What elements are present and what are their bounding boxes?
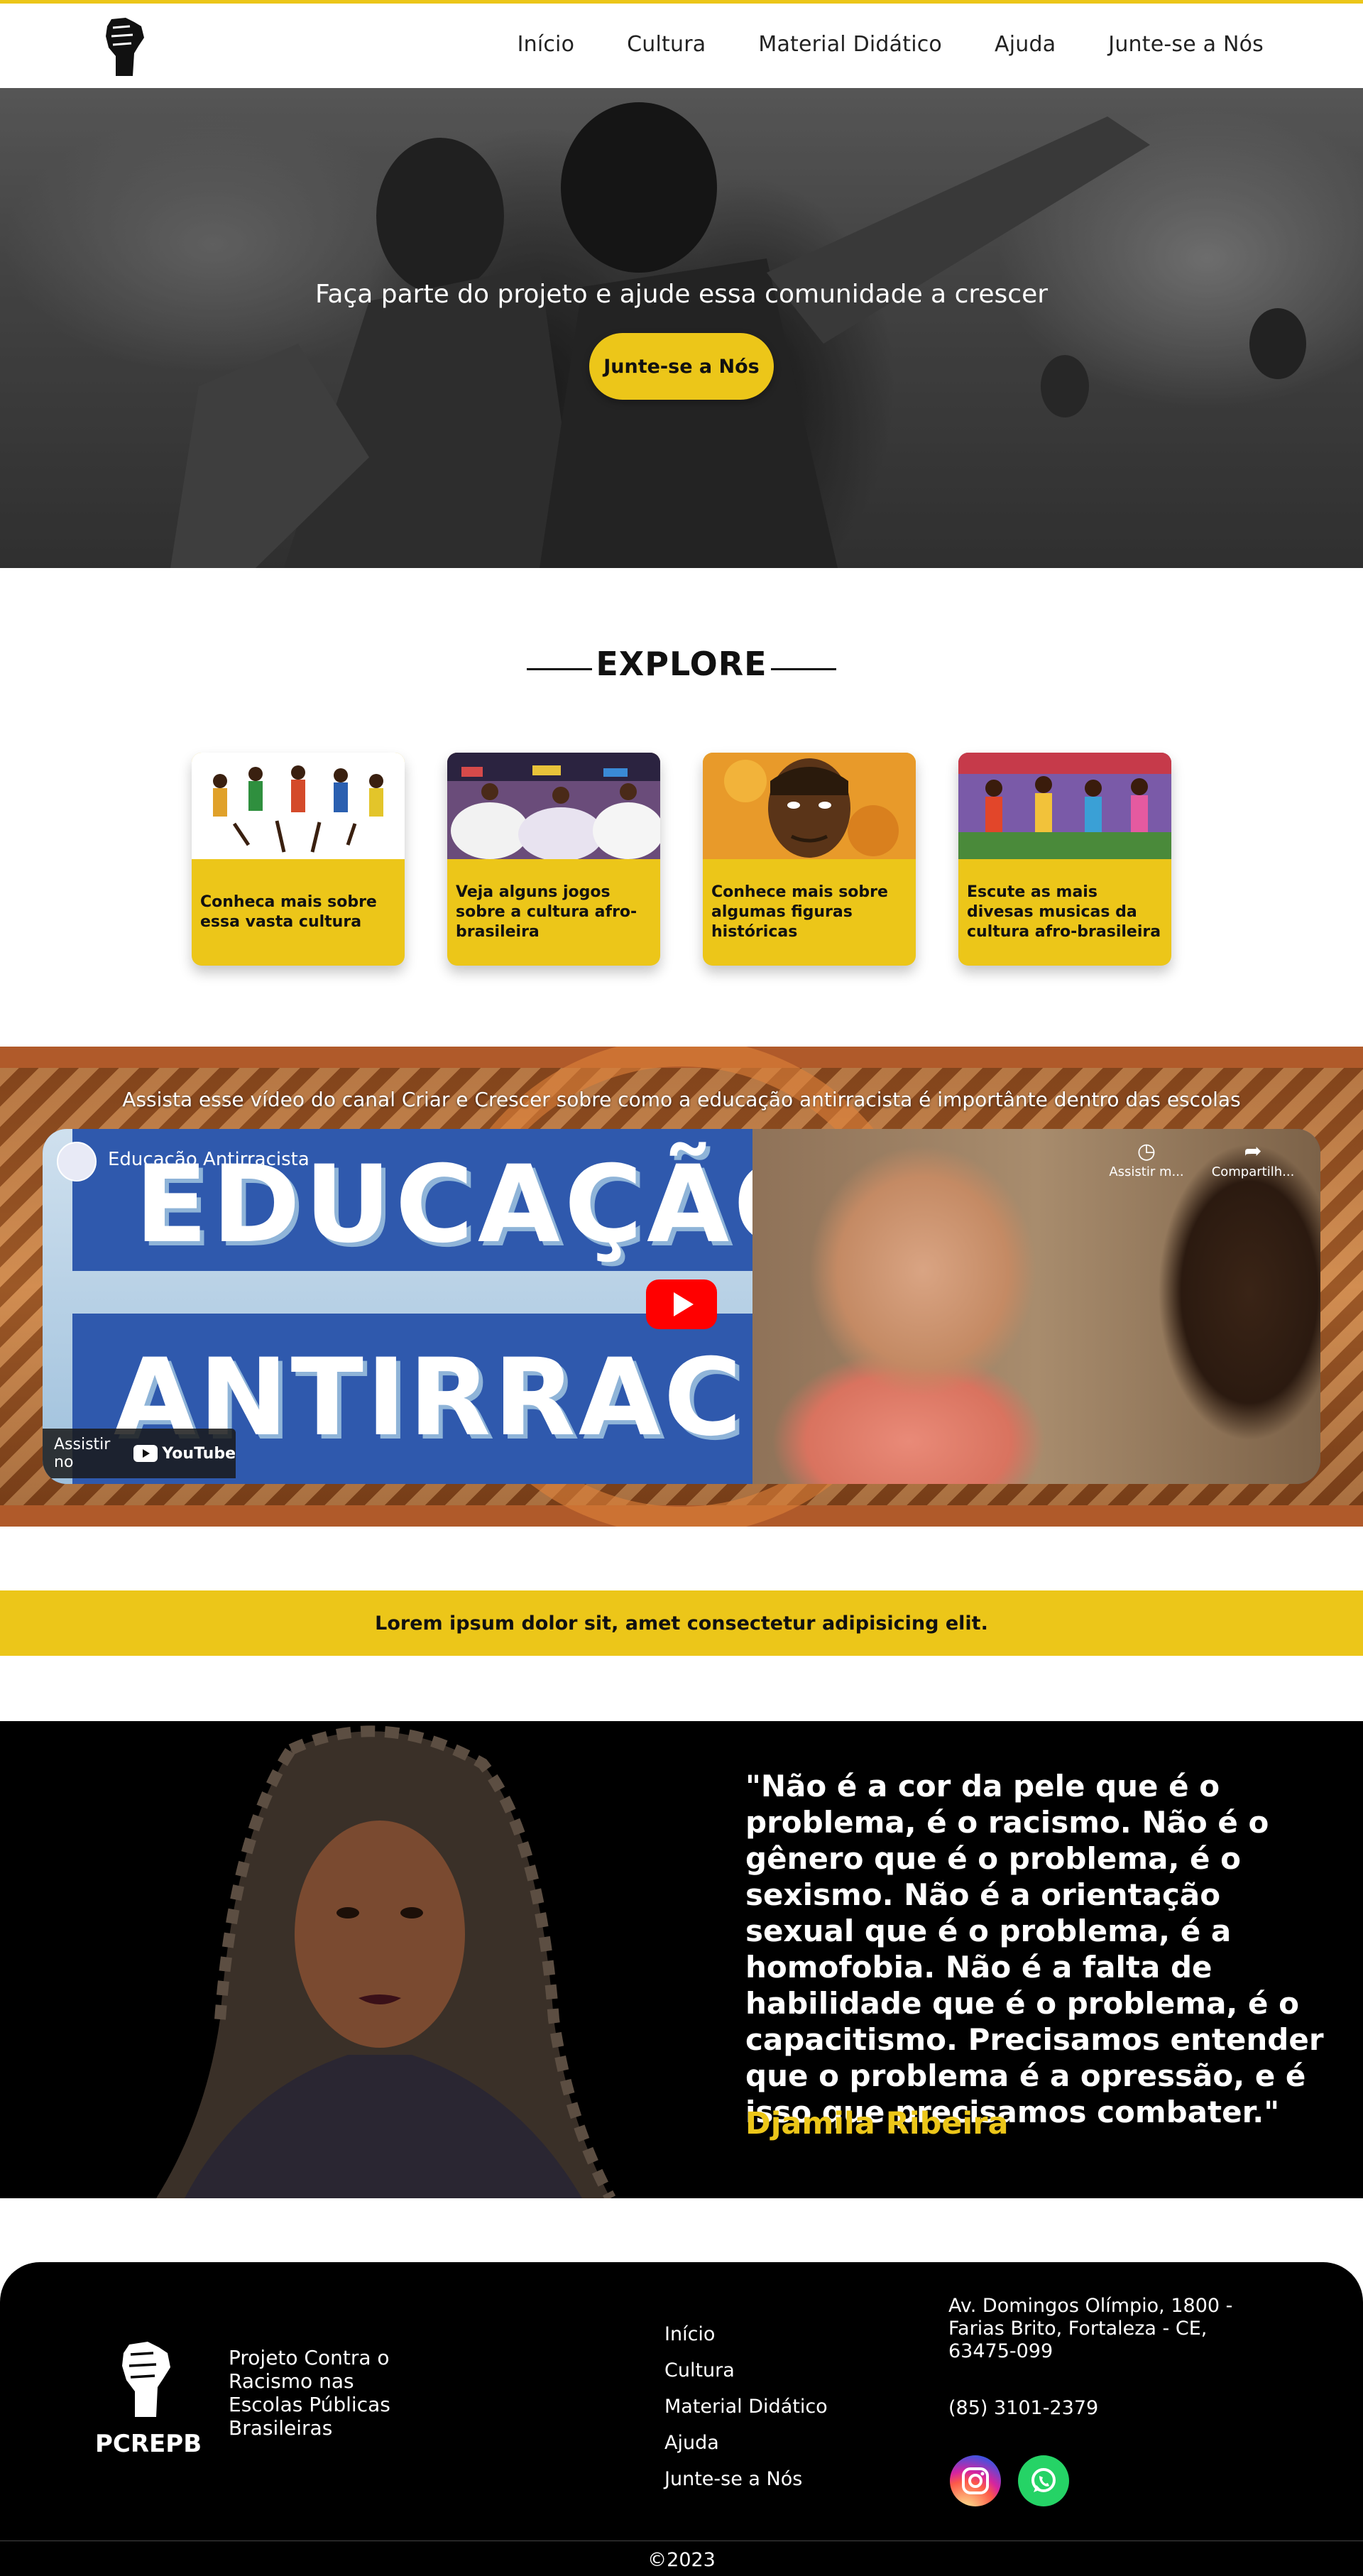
explore-divider-right (771, 668, 836, 670)
footer-divider (0, 2540, 1363, 2541)
instagram-icon[interactable] (950, 2455, 1001, 2506)
explore-card-culture[interactable]: Conheca mais sobre essa vasta cultura (192, 753, 405, 966)
video-title[interactable]: Educação Antirracista (108, 1149, 310, 1170)
youtube-embed[interactable]: EDUCAÇÃO ANTIRRACISTA Educação Antirraci… (43, 1129, 1320, 1484)
fist-logo-icon[interactable] (102, 16, 147, 77)
share-button[interactable]: ➦ Compartilh... (1210, 1139, 1296, 1179)
hero-headline: Faça parte do projeto e ajude essa comun… (314, 280, 1049, 309)
channel-avatar[interactable] (57, 1142, 97, 1181)
footer-link-material-didatico[interactable]: Material Didático (664, 2389, 828, 2425)
footer-brand: PCREPB (95, 2430, 202, 2458)
explore-card-text: Veja alguns jogos sobre a cultura afro-b… (456, 883, 637, 941)
play-icon[interactable] (646, 1279, 717, 1329)
explore-title: EXPLORE (596, 645, 767, 683)
share-icon: ➦ (1244, 1139, 1262, 1164)
footer-address: Av. Domingos Olímpio, 1800 - Farias Brit… (948, 2295, 1233, 2362)
footer-description: Projeto Contra o Racismo nas Escolas Púb… (229, 2346, 390, 2440)
nav-material-didatico[interactable]: Material Didático (758, 32, 942, 57)
nav-inicio[interactable]: Início (518, 32, 575, 57)
footer-nav: Início Cultura Material Didático Ajuda J… (664, 2316, 828, 2497)
watch-on-youtube-button[interactable]: Assistir no YouTube (43, 1429, 236, 1478)
explore-card-text: Escute as mais divesas musicas da cultur… (967, 883, 1161, 941)
hero-join-button[interactable]: Junte-se a Nós (589, 333, 774, 400)
youtube-play-icon (133, 1445, 158, 1462)
fist-logo-icon[interactable] (118, 2340, 173, 2418)
hero-section: Faça parte do projeto e ajude essa comun… (0, 88, 1363, 568)
quote-text: "Não é a cor da pele que é o problema, é… (745, 1769, 1324, 2129)
share-label: Compartilh... (1211, 1164, 1295, 1179)
explore-card-games[interactable]: Veja alguns jogos sobre a cultura afro-b… (447, 753, 660, 966)
whatsapp-icon[interactable] (1018, 2455, 1069, 2506)
quote-section: "Não é a cor da pele que é o problema, é… (0, 1721, 1363, 2198)
quote-author: Djamila Ribeira (745, 2106, 1009, 2141)
card-image-musicians (958, 753, 1171, 859)
copyright: ©2023 (647, 2549, 716, 2571)
social-links (950, 2455, 1069, 2506)
youtube-logo-text: YouTube (162, 1444, 236, 1463)
card-image-dancers (192, 753, 405, 859)
portrait-image (114, 1721, 653, 2198)
footer-link-junte-se[interactable]: Junte-se a Nós (664, 2461, 828, 2497)
youtube-logo-icon: YouTube (133, 1445, 236, 1463)
card-image-festival (447, 753, 660, 861)
nav-cultura[interactable]: Cultura (627, 32, 706, 57)
nav-junte-se[interactable]: Junte-se a Nós (1108, 32, 1264, 57)
video-section: Assista esse vídeo do canal Criar e Cres… (0, 1047, 1363, 1527)
main-nav: Início Cultura Material Didático Ajuda J… (465, 32, 1264, 57)
watch-later-button[interactable]: ◷ Assistir m... (1104, 1139, 1189, 1179)
explore-card-figures[interactable]: Conhece mais sobre algumas figuras histó… (703, 753, 916, 966)
navbar: Início Cultura Material Didático Ajuda J… (0, 0, 1363, 88)
video-thumbnail-photo (752, 1129, 1320, 1484)
hero-background-image (170, 102, 1306, 568)
watch-later-label: Assistir m... (1109, 1164, 1184, 1179)
footer-link-ajuda[interactable]: Ajuda (664, 2425, 828, 2461)
explore-card-text: Conheca mais sobre essa vasta cultura (200, 893, 377, 931)
nav-ajuda[interactable]: Ajuda (995, 32, 1056, 57)
explore-cards: Conheca mais sobre essa vasta cultura Ve… (192, 753, 1171, 967)
explore-card-text: Conhece mais sobre algumas figuras histó… (711, 883, 888, 941)
clock-icon: ◷ (1137, 1139, 1156, 1164)
watch-on-label: Assistir no (54, 1436, 111, 1471)
footer: PCREPB Projeto Contra o Racismo nas Esco… (0, 2262, 1363, 2576)
info-banner: Lorem ipsum dolor sit, amet consectetur … (0, 1590, 1363, 1656)
explore-card-music[interactable]: Escute as mais divesas musicas da cultur… (958, 753, 1171, 966)
card-image-historical-figure (703, 753, 916, 859)
footer-link-inicio[interactable]: Início (664, 2316, 828, 2352)
footer-phone: (85) 3101-2379 (948, 2397, 1099, 2419)
footer-link-cultura[interactable]: Cultura (664, 2352, 828, 2389)
video-caption: Assista esse vídeo do canal Criar e Cres… (122, 1088, 1241, 1111)
